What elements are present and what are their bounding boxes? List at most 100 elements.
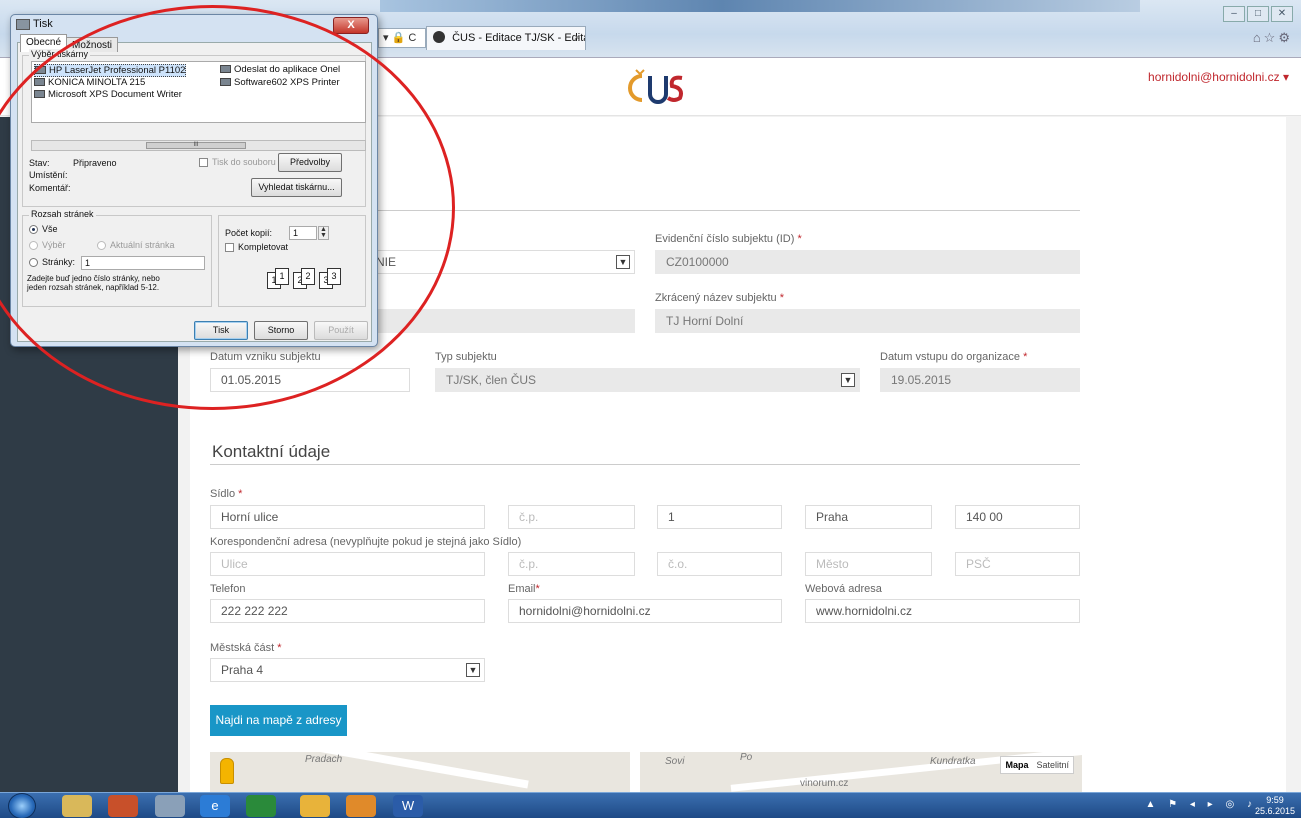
taskbar: e W ▲ ⚑ ◂ ▸ ◎ ♪ 9:59 25.6.2015 <box>0 792 1301 818</box>
corr-cp-input[interactable]: č.p. <box>508 552 635 576</box>
collate-label: Kompletovat <box>238 242 289 252</box>
printer-icon <box>34 90 45 98</box>
word-taskbar-icon[interactable]: W <box>393 795 423 817</box>
collate-page-icon: 2 <box>301 268 315 285</box>
clock-date: 25.6.2015 <box>1254 806 1295 816</box>
printer-item[interactable]: Software602 XPS Printer <box>220 77 340 88</box>
corr-zip-input[interactable]: PSČ <box>955 552 1080 576</box>
maximize-button[interactable]: □ <box>1247 6 1269 22</box>
printer-icon <box>16 19 30 30</box>
cus-logo[interactable] <box>628 66 690 106</box>
cancel-button[interactable]: Storno <box>254 321 308 340</box>
printer-item[interactable]: KONICA MINOLTA 215 <box>34 77 145 88</box>
printer-group: Výběr tiskárny HP LaserJet Professional … <box>22 49 366 207</box>
range-pages-input[interactable]: 1 <box>81 256 205 270</box>
browser-tab[interactable]: ČUS - Editace TJ/SK - Editac... × <box>426 26 586 50</box>
range-current-radio[interactable] <box>97 241 106 250</box>
contact-divider <box>210 464 1080 465</box>
district-label: Městská část * <box>210 642 282 654</box>
copies-spinner[interactable]: ▲ ▼ <box>318 226 329 240</box>
office-taskbar-icon[interactable] <box>108 795 138 817</box>
joined-label: Datum vstupu do organizace * <box>880 351 1028 363</box>
type-label: Typ subjektu <box>435 351 497 363</box>
short-name-field: TJ Horní Dolní <box>655 309 1080 333</box>
user-menu[interactable]: hornidolni@hornidolni.cz ▾ <box>1148 70 1289 84</box>
find-on-map-button[interactable]: Najdi na mapě z adresy <box>210 705 347 736</box>
range-pages-label: Stránky: <box>42 257 76 267</box>
map-label: Po <box>740 752 753 763</box>
web-input[interactable]: www.hornidolni.cz <box>805 599 1080 623</box>
preferences-button[interactable]: Předvolby <box>278 153 342 172</box>
apply-button[interactable]: Použít <box>314 321 368 340</box>
seat-street-input[interactable]: Horní ulice <box>210 505 485 529</box>
corr-co-input[interactable]: č.o. <box>657 552 782 576</box>
printer-list-scrollbar[interactable]: III <box>31 140 366 151</box>
corr-street-input[interactable]: Ulice <box>210 552 485 576</box>
printer-item[interactable]: HP LaserJet Professional P1102 <box>34 64 187 77</box>
range-pages-radio[interactable] <box>29 258 38 267</box>
start-button[interactable] <box>8 793 36 818</box>
dialog-title: Tisk <box>33 18 53 30</box>
taskbar-clock[interactable]: 9:59 25.6.2015 <box>1255 795 1295 817</box>
founded-label: Datum vzniku subjektu <box>210 351 321 363</box>
app2-taskbar-icon[interactable] <box>246 795 276 817</box>
ie-taskbar-icon[interactable]: e <box>200 795 230 817</box>
phone-label: Telefon <box>210 583 246 595</box>
clock-time: 9:59 <box>1266 795 1284 805</box>
range-current-label: Aktuální stránka <box>110 240 175 250</box>
short-name-label: Zkrácený název subjektu * <box>655 292 785 304</box>
print-button[interactable]: Tisk <box>194 321 248 340</box>
scrollbar-thumb[interactable]: III <box>146 142 246 149</box>
map-label: Kundratka <box>930 756 976 767</box>
map-widget[interactable]: Pradach Sovi Po vinorum.cz Kundratka Map… <box>210 752 1082 792</box>
collate-page-icon: 3 <box>327 268 341 285</box>
email-input[interactable]: hornidolni@hornidolni.cz <box>508 599 782 623</box>
minimize-button[interactable]: – <box>1223 6 1245 22</box>
chevron-down-icon: ▼ <box>616 255 630 269</box>
address-bar-controls[interactable]: ▾ 🔒 C <box>378 28 426 48</box>
app-taskbar-icon[interactable] <box>155 795 185 817</box>
explorer-taskbar-icon[interactable] <box>62 795 92 817</box>
map-label: Pradach <box>305 754 343 765</box>
print-dialog: Tisk X Obecné Možnosti Výběr tiskárny HP… <box>10 14 378 347</box>
outlook-taskbar-icon[interactable] <box>346 795 376 817</box>
seat-cp-input[interactable]: č.p. <box>508 505 635 529</box>
print-to-file-checkbox[interactable] <box>199 158 208 167</box>
home-favorites-settings-icons[interactable]: ⌂☆⚙ <box>1253 30 1293 46</box>
chevron-down-icon: ▼ <box>466 663 480 677</box>
find-printer-button[interactable]: Vyhledat tiskárnu... <box>251 178 342 197</box>
district-select[interactable]: Praha 4 ▼ <box>210 658 485 682</box>
map-label: Sovi <box>665 756 685 767</box>
dialog-close-button[interactable]: X <box>333 17 369 34</box>
seat-zip-input[interactable]: 140 00 <box>955 505 1080 529</box>
corr-city-input[interactable]: Město <box>805 552 932 576</box>
range-selection-radio[interactable] <box>29 241 38 250</box>
corr-label: Korespondenční adresa (nevyplňujte pokud… <box>210 536 522 548</box>
tab-favicon-icon <box>433 31 445 43</box>
chrome-taskbar-icon[interactable] <box>300 795 330 817</box>
system-tray-icons[interactable]: ▲ ⚑ ◂ ▸ ◎ ♪ <box>1145 799 1257 810</box>
collate-checkbox[interactable] <box>225 243 234 252</box>
range-selection-label: Výběr <box>42 240 66 250</box>
tab-close-icon[interactable]: × <box>574 27 580 49</box>
map-road <box>630 752 640 792</box>
printer-icon <box>220 78 231 86</box>
range-all-radio[interactable] <box>29 225 38 234</box>
collate-page-icon: 1 <box>275 268 289 285</box>
map-type-map[interactable]: Mapa <box>1001 757 1032 773</box>
copies-group: Počet kopií: 1 ▲ ▼ Kompletovat 1 1 2 2 3 … <box>218 215 366 307</box>
founded-date-input[interactable]: 01.05.2015 <box>210 368 410 392</box>
copies-input[interactable]: 1 <box>289 226 317 240</box>
seat-co-input[interactable]: 1 <box>657 505 782 529</box>
status-label: Stav: <box>29 158 50 168</box>
printer-item[interactable]: Microsoft XPS Document Writer <box>34 89 182 100</box>
printer-item[interactable]: Odeslat do aplikace Onel <box>220 64 340 75</box>
seat-city-input[interactable]: Praha <box>805 505 932 529</box>
type-select[interactable]: TJ/SK, člen ČUS ▼ <box>435 368 860 392</box>
map-type-satellite[interactable]: Satelitní <box>1032 757 1073 773</box>
close-window-button[interactable]: ✕ <box>1271 6 1293 22</box>
phone-input[interactable]: 222 222 222 <box>210 599 485 623</box>
street-view-pegman-icon[interactable] <box>220 758 234 784</box>
printer-group-legend: Výběr tiskárny <box>29 49 91 59</box>
web-label: Webová adresa <box>805 583 882 595</box>
